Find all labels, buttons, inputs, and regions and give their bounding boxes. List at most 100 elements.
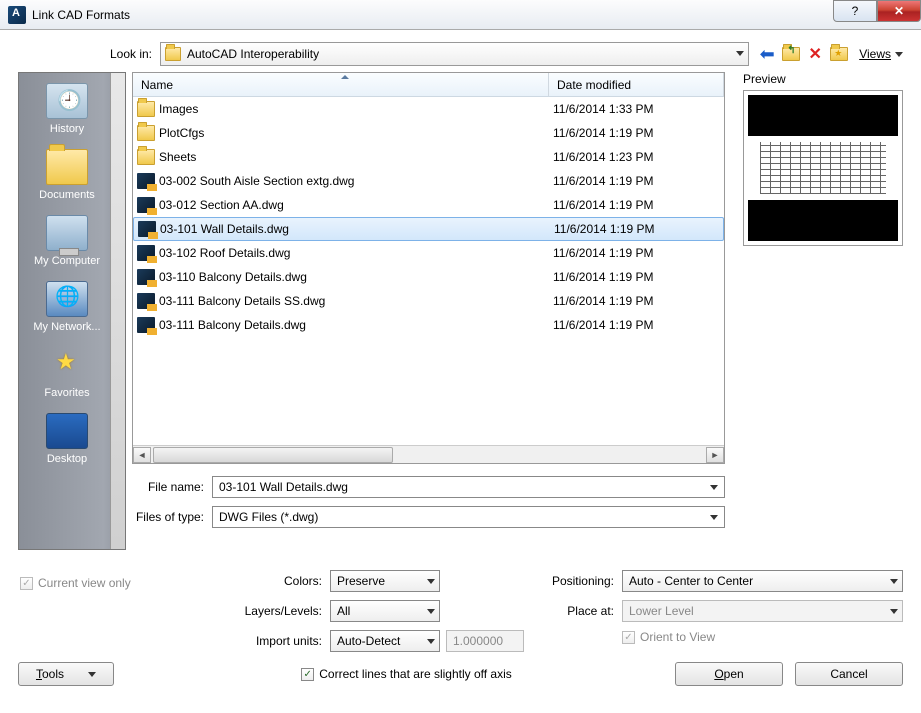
units-label: Import units: (18, 634, 330, 648)
place-label: Favorites (21, 387, 113, 399)
filename-input[interactable]: 03-101 Wall Details.dwg (212, 476, 725, 498)
place-folder[interactable]: Documents (21, 145, 113, 211)
column-name[interactable]: Name (133, 73, 549, 96)
chevron-down-icon (890, 579, 898, 584)
place-network[interactable]: My Network... (21, 277, 113, 343)
file-row[interactable]: 03-101 Wall Details.dwg11/6/2014 1:19 PM (133, 217, 724, 241)
cancel-button[interactable]: Cancel (795, 662, 903, 686)
scroll-up-button[interactable]: ▲ (113, 75, 123, 87)
place-label: History (21, 123, 113, 135)
file-row[interactable]: PlotCfgs11/6/2014 1:19 PM (133, 121, 724, 145)
preview-box (743, 90, 903, 246)
chevron-down-icon (736, 51, 744, 56)
chevron-down-icon (895, 52, 903, 57)
current-view-only-checkbox: ✓ Current view only (20, 576, 131, 590)
dwg-icon (137, 293, 155, 309)
colors-combo[interactable]: Preserve (330, 570, 440, 592)
file-list: Name Date modified Images11/6/2014 1:33 … (132, 72, 725, 464)
dwg-icon (137, 197, 155, 213)
chevron-down-icon (710, 515, 718, 520)
help-button[interactable]: ? (833, 0, 877, 22)
folder-icon (165, 47, 181, 61)
dwg-icon (138, 221, 156, 237)
folder-icon (137, 149, 155, 165)
computer-icon (46, 215, 88, 251)
file-name: 03-002 South Aisle Section extg.dwg (159, 174, 553, 188)
desktop-icon (46, 413, 88, 449)
file-row[interactable]: 03-110 Balcony Details.dwg11/6/2014 1:19… (133, 265, 724, 289)
scroll-right-button[interactable]: ► (706, 447, 724, 463)
file-row[interactable]: 03-111 Balcony Details SS.dwg11/6/2014 1… (133, 289, 724, 313)
file-date: 11/6/2014 1:19 PM (553, 246, 720, 260)
preview-label: Preview (743, 72, 903, 86)
file-row[interactable]: 03-012 Section AA.dwg11/6/2014 1:19 PM (133, 193, 724, 217)
positioning-label: Positioning: (548, 574, 622, 588)
scroll-down-button[interactable]: ▼ (113, 535, 123, 547)
checkbox-icon: ✓ (301, 668, 314, 681)
placeat-combo: Lower Level (622, 600, 903, 622)
scroll-thumb[interactable] (153, 447, 393, 463)
file-date: 11/6/2014 1:23 PM (553, 150, 720, 164)
place-fav[interactable]: Favorites (21, 343, 113, 409)
chevron-down-icon (88, 672, 96, 677)
positioning-combo[interactable]: Auto - Center to Center (622, 570, 903, 592)
file-row[interactable]: Sheets11/6/2014 1:23 PM (133, 145, 724, 169)
orient-checkbox: ✓ Orient to View (622, 630, 715, 644)
file-date: 11/6/2014 1:33 PM (553, 102, 720, 116)
folder-icon (46, 149, 88, 185)
tools-button[interactable]: Tools (18, 662, 114, 686)
chevron-down-icon (427, 579, 435, 584)
file-name: 03-102 Roof Details.dwg (159, 246, 553, 260)
place-history[interactable]: History (21, 79, 113, 145)
scroll-left-button[interactable]: ◄ (133, 447, 151, 463)
up-folder-button[interactable] (781, 44, 801, 64)
back-button[interactable]: ⬅ (757, 44, 777, 64)
file-row[interactable]: 03-111 Balcony Details.dwg11/6/2014 1:19… (133, 313, 724, 337)
file-name: Sheets (159, 150, 553, 164)
units-combo[interactable]: Auto-Detect (330, 630, 440, 652)
new-folder-button[interactable] (829, 44, 849, 64)
file-name: 03-101 Wall Details.dwg (160, 222, 554, 236)
file-row[interactable]: 03-102 Roof Details.dwg11/6/2014 1:19 PM (133, 241, 724, 265)
place-label: My Computer (21, 255, 113, 267)
lookin-combo[interactable]: AutoCAD Interoperability (160, 42, 749, 66)
layers-combo[interactable]: All (330, 600, 440, 622)
views-menu[interactable]: Views (859, 47, 903, 61)
file-date: 11/6/2014 1:19 PM (553, 174, 720, 188)
file-date: 11/6/2014 1:19 PM (553, 270, 720, 284)
place-desktop[interactable]: Desktop (21, 409, 113, 475)
open-button[interactable]: Open (675, 662, 783, 686)
file-date: 11/6/2014 1:19 PM (553, 318, 720, 332)
chevron-down-icon (427, 639, 435, 644)
checkbox-icon: ✓ (20, 577, 33, 590)
chevron-down-icon (890, 609, 898, 614)
file-name: PlotCfgs (159, 126, 553, 140)
placeat-label: Place at: (548, 604, 622, 618)
network-icon (46, 281, 88, 317)
close-button[interactable]: ✕ (877, 0, 921, 22)
file-row[interactable]: Images11/6/2014 1:33 PM (133, 97, 724, 121)
layers-label: Layers/Levels: (18, 604, 330, 618)
file-date: 11/6/2014 1:19 PM (553, 198, 720, 212)
filetype-combo[interactable]: DWG Files (*.dwg) (212, 506, 725, 528)
delete-button[interactable]: ✕ (805, 44, 825, 64)
lookin-value: AutoCAD Interoperability (187, 47, 319, 61)
fav-icon (46, 347, 88, 383)
file-name: 03-111 Balcony Details SS.dwg (159, 294, 553, 308)
column-date[interactable]: Date modified (549, 73, 724, 96)
place-computer[interactable]: My Computer (21, 211, 113, 277)
file-name: 03-111 Balcony Details.dwg (159, 318, 553, 332)
dwg-icon (137, 245, 155, 261)
place-label: Documents (21, 189, 113, 201)
window-title: Link CAD Formats (32, 8, 833, 22)
filetype-label: Files of type: (132, 510, 212, 524)
folder-icon (137, 101, 155, 117)
file-row[interactable]: 03-002 South Aisle Section extg.dwg11/6/… (133, 169, 724, 193)
horizontal-scrollbar[interactable]: ◄ ► (133, 445, 724, 463)
file-date: 11/6/2014 1:19 PM (553, 294, 720, 308)
preview-image (748, 95, 898, 241)
file-name: 03-012 Section AA.dwg (159, 198, 553, 212)
place-label: Desktop (21, 453, 113, 465)
correct-lines-checkbox[interactable]: ✓ Correct lines that are slightly off ax… (301, 667, 512, 681)
file-date: 11/6/2014 1:19 PM (554, 222, 719, 236)
